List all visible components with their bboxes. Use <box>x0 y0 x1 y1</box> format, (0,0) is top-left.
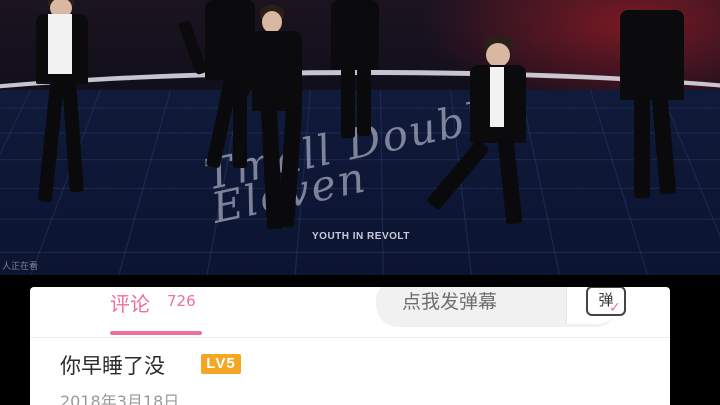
comment-panel: 评论 726 点我发弹幕 弹 ✓ 你早睡了没 LV5 2018年3月18日 <box>30 287 670 405</box>
comment-username[interactable]: 你早睡了没 <box>60 350 165 380</box>
check-icon: ✓ <box>609 300 621 316</box>
divider <box>30 337 670 338</box>
floor-tagline: YOUTH IN REVOLT <box>312 231 410 242</box>
comment-date: 2018年3月18日 <box>60 392 180 405</box>
viewer-count-label: 人正在看 <box>2 262 39 272</box>
tab-active-indicator <box>110 331 202 335</box>
video-player[interactable]: Tmall Double Eleven YOUTH IN REVOLT <box>0 0 720 275</box>
danmaku-placeholder: 点我发弹幕 <box>402 291 498 313</box>
tab-comments-label: 评论 <box>110 292 150 316</box>
tab-comments-count: 726 <box>167 292 196 310</box>
level-badge: LV5 <box>201 354 241 374</box>
danmaku-toggle-button[interactable]: 弹 ✓ <box>566 287 626 324</box>
